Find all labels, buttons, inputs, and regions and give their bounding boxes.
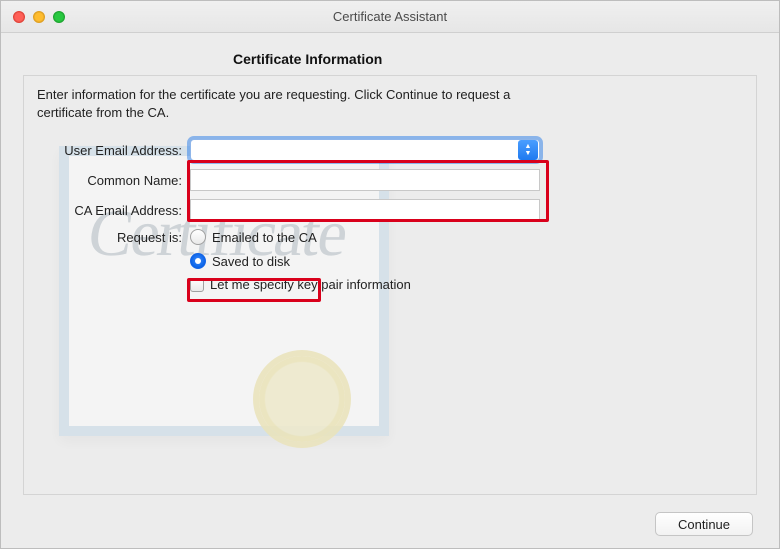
close-icon[interactable] <box>13 11 25 23</box>
row-request-is: Request is: Emailed to the CA <box>32 229 736 245</box>
minimize-icon[interactable] <box>33 11 45 23</box>
radio-emailed[interactable] <box>190 229 206 245</box>
chevron-up-down-icon[interactable]: ▲▼ <box>518 140 538 160</box>
assistant-window: Certificate Assistant Certificate Inform… <box>0 0 780 549</box>
request-is-label: Request is: <box>32 230 182 245</box>
form-area: Enter information for the certificate yo… <box>32 86 736 300</box>
page-heading: Certificate Information <box>233 51 757 67</box>
row-saved-to-disk: Saved to disk <box>190 253 736 269</box>
row-keypair: Let me specify key pair information <box>190 277 736 292</box>
titlebar: Certificate Assistant <box>1 1 779 33</box>
radio-emailed-label: Emailed to the CA <box>212 230 317 245</box>
user-email-combobox[interactable] <box>190 139 540 161</box>
row-ca-email: CA Email Address: <box>32 199 736 221</box>
user-email-label: User Email Address: <box>32 143 182 158</box>
zoom-icon[interactable] <box>53 11 65 23</box>
radio-saved-to-disk[interactable] <box>190 253 206 269</box>
continue-button[interactable]: Continue <box>655 512 753 536</box>
footer: Continue <box>655 512 753 536</box>
checkbox-keypair-label: Let me specify key pair information <box>210 277 411 292</box>
user-email-field-wrap: ▲▼ <box>190 139 540 161</box>
main-panel: Certificate Enter information for the ce… <box>23 75 757 495</box>
content-area: Certificate Information Certificate Ente… <box>1 33 779 548</box>
intro-text: Enter information for the certificate yo… <box>37 86 517 121</box>
seal-icon <box>259 356 345 442</box>
common-name-label: Common Name: <box>32 173 182 188</box>
window-title: Certificate Assistant <box>1 9 779 24</box>
row-user-email: User Email Address: ▲▼ <box>32 139 736 161</box>
checkbox-keypair[interactable] <box>190 278 204 292</box>
ca-email-label: CA Email Address: <box>32 203 182 218</box>
row-common-name: Common Name: <box>32 169 736 191</box>
common-name-field[interactable] <box>190 169 540 191</box>
ca-email-field[interactable] <box>190 199 540 221</box>
window-controls <box>13 11 65 23</box>
radio-saved-label: Saved to disk <box>212 254 290 269</box>
